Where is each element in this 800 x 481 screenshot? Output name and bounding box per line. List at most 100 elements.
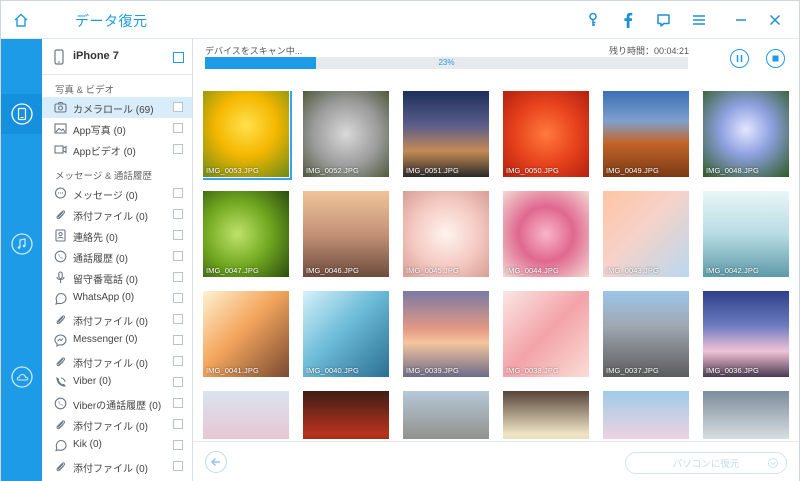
photo-image <box>503 191 589 277</box>
back-button[interactable] <box>205 451 227 473</box>
chat-icon <box>656 13 670 27</box>
rail-device-recovery[interactable] <box>1 94 42 134</box>
photo-thumbnail[interactable] <box>303 391 389 439</box>
photo-filename: IMG_0041.JPG <box>206 366 259 375</box>
sidebar-item-camera-roll[interactable]: カメラロール (69) <box>42 97 192 118</box>
sidebar-item-viber[interactable]: Viber (0) <box>42 372 192 393</box>
sidebar-item-app-videos[interactable]: Appビデオ (0) <box>42 139 192 160</box>
sidebar-item-label: 添付ファイル (0) <box>73 359 148 370</box>
sidebar-item-attachments-messenger[interactable]: 添付ファイル (0) <box>42 351 192 372</box>
sidebar-checkbox[interactable] <box>173 356 183 366</box>
photo-thumbnail[interactable]: IMG_0048.JPG <box>703 91 789 177</box>
photo-image <box>303 391 389 439</box>
paperclip-icon <box>54 355 67 368</box>
sidebar-item-attachments-kik[interactable]: 添付ファイル (0) <box>42 456 192 477</box>
photo-thumbnail[interactable] <box>603 391 689 439</box>
photo-thumbnail[interactable]: IMG_0044.JPG <box>503 191 589 277</box>
photo-thumbnail[interactable]: IMG_0041.JPG <box>203 291 289 377</box>
sidebar-checkbox[interactable] <box>173 335 183 345</box>
photo-thumbnail[interactable]: IMG_0037.JPG <box>603 291 689 377</box>
sidebar-checkbox[interactable] <box>173 251 183 261</box>
sidebar-checkbox[interactable] <box>173 272 183 282</box>
sidebar-item-contacts[interactable]: 連絡先 (0) <box>42 225 192 246</box>
menu-button[interactable] <box>689 10 709 30</box>
sidebar-checkbox[interactable] <box>173 102 183 112</box>
photo-image <box>403 291 489 377</box>
microphone-icon <box>54 271 67 284</box>
sidebar-item-whatsapp[interactable]: WhatsApp (0) <box>42 288 192 309</box>
message-icon <box>54 187 67 200</box>
photo-thumbnail[interactable] <box>403 391 489 439</box>
sidebar-checkbox[interactable] <box>173 230 183 240</box>
video-icon <box>54 143 67 156</box>
sidebar-item-messages[interactable]: メッセージ (0) <box>42 183 192 204</box>
photo-image <box>503 391 589 439</box>
key-button[interactable] <box>583 10 603 30</box>
photo-thumbnail[interactable]: IMG_0042.JPG <box>703 191 789 277</box>
photo-thumbnail[interactable]: IMG_0039.JPG <box>403 291 489 377</box>
sidebar-item-app-photos[interactable]: App写真 (0) <box>42 118 192 139</box>
recover-to-computer-button[interactable]: パソコンに復元 <box>625 452 787 474</box>
sidebar-item-messenger[interactable]: Messenger (0) <box>42 330 192 351</box>
photo-thumbnail[interactable]: IMG_0040.JPG <box>303 291 389 377</box>
photo-thumbnail[interactable]: IMG_0050.JPG <box>503 91 589 177</box>
sidebar-item-attachments-whatsapp[interactable]: 添付ファイル (0) <box>42 309 192 330</box>
sidebar-checkbox[interactable] <box>173 188 183 198</box>
sidebar-checkbox[interactable] <box>173 461 183 471</box>
sidebar-item-label: 連絡先 (0) <box>73 233 118 244</box>
title-bar: データ復元 <box>1 1 799 39</box>
scan-status: デバイスをスキャン中... <box>205 46 303 56</box>
close-button[interactable] <box>765 10 785 30</box>
photo-image <box>203 91 289 177</box>
sidebar-checkbox[interactable] <box>173 144 183 154</box>
photo-image <box>303 291 389 377</box>
photo-filename: IMG_0038.JPG <box>506 366 559 375</box>
sidebar-item-label: 添付ファイル (0) <box>73 317 148 328</box>
sidebar-checkbox[interactable] <box>173 314 183 324</box>
photo-thumbnail[interactable]: IMG_0045.JPG <box>403 191 489 277</box>
photo-thumbnail[interactable] <box>703 391 789 439</box>
photo-thumbnail[interactable] <box>203 391 289 439</box>
photo-thumbnail[interactable]: IMG_0043.JPG <box>603 191 689 277</box>
sidebar-item-attachments-viber[interactable]: 添付ファイル (0) <box>42 414 192 435</box>
sidebar-checkbox[interactable] <box>173 293 183 303</box>
chevron-down-icon <box>768 458 778 468</box>
sidebar-item-viber-calls[interactable]: Viberの通話履歴 (0) <box>42 393 192 414</box>
photo-image <box>203 391 289 439</box>
messenger-icon <box>54 334 67 347</box>
photo-thumbnail[interactable]: IMG_0038.JPG <box>503 291 589 377</box>
minimize-button[interactable] <box>731 10 751 30</box>
sidebar-checkbox[interactable] <box>173 398 183 408</box>
iphone-icon <box>54 49 64 65</box>
sidebar-item-attachments-messages[interactable]: 添付ファイル (0) <box>42 204 192 225</box>
photo-filename: IMG_0046.JPG <box>306 266 359 275</box>
photo-thumbnail[interactable]: IMG_0049.JPG <box>603 91 689 177</box>
device-checkbox[interactable] <box>173 52 184 63</box>
sidebar-checkbox[interactable] <box>173 440 183 450</box>
sidebar-checkbox[interactable] <box>173 209 183 219</box>
photo-thumbnail[interactable]: IMG_0046.JPG <box>303 191 389 277</box>
sidebar-checkbox[interactable] <box>173 123 183 133</box>
sidebar-item-call-history[interactable]: 通話履歴 (0) <box>42 246 192 267</box>
pause-button[interactable] <box>730 49 749 68</box>
home-button[interactable] <box>1 1 41 39</box>
sidebar-item-label: 留守番電話 (0) <box>73 275 138 286</box>
photo-thumbnail[interactable]: IMG_0051.JPG <box>403 91 489 177</box>
device-row[interactable]: iPhone 7 <box>42 39 192 75</box>
sidebar-checkbox[interactable] <box>173 377 183 387</box>
sidebar-item-voicemail[interactable]: 留守番電話 (0) <box>42 267 192 288</box>
photo-thumbnail[interactable]: IMG_0053.JPG <box>203 91 292 180</box>
sidebar-item-kik[interactable]: Kik (0) <box>42 435 192 456</box>
photo-filename: IMG_0047.JPG <box>206 266 259 275</box>
photo-thumbnail[interactable] <box>503 391 589 439</box>
photo-thumbnail[interactable]: IMG_0036.JPG <box>703 291 789 377</box>
photo-thumbnail[interactable]: IMG_0052.JPG <box>303 91 389 177</box>
photo-thumbnail[interactable]: IMG_0047.JPG <box>203 191 289 277</box>
stop-button[interactable] <box>766 49 785 68</box>
facebook-button[interactable] <box>618 10 638 30</box>
rail-icloud-recovery[interactable] <box>1 357 42 397</box>
arrow-left-icon <box>211 458 220 466</box>
rail-itunes-recovery[interactable] <box>1 224 42 264</box>
sidebar-checkbox[interactable] <box>173 419 183 429</box>
feedback-button[interactable] <box>653 10 673 30</box>
